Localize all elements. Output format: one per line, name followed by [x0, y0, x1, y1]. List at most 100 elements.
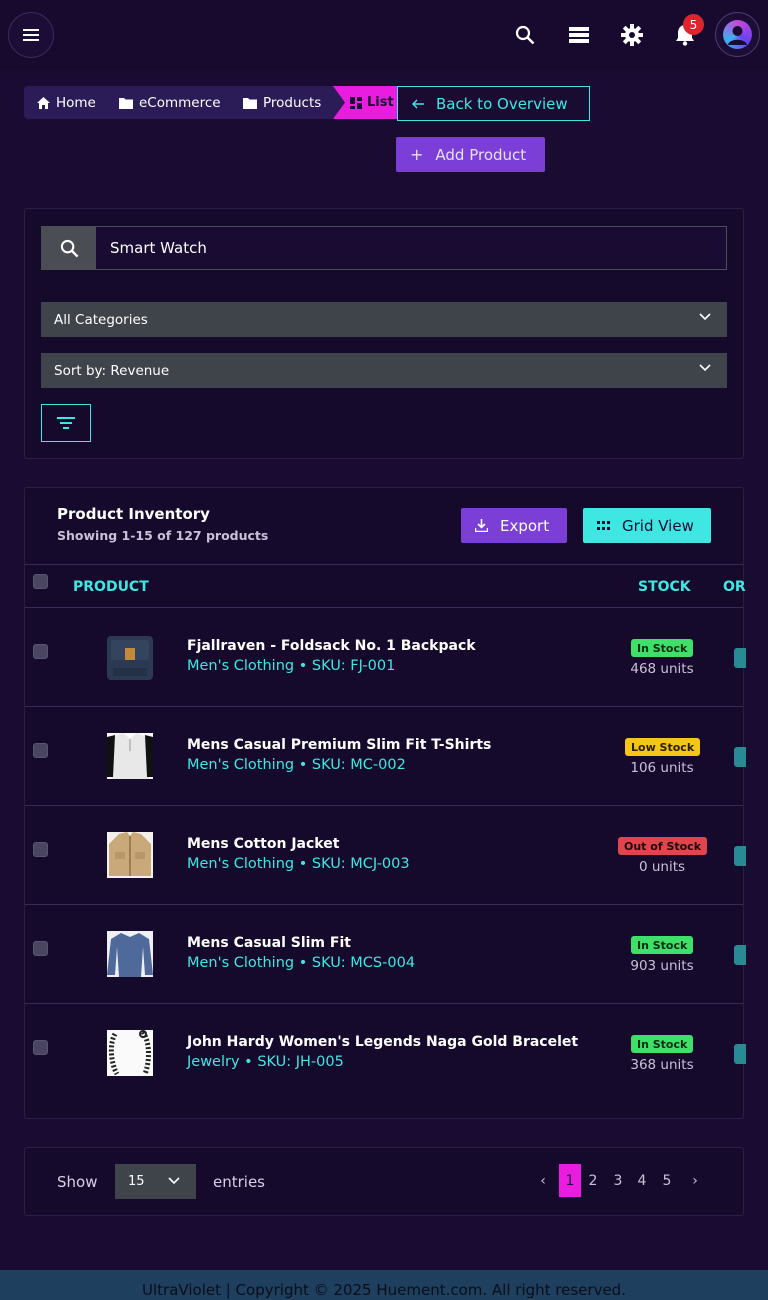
layers-icon [569, 27, 589, 43]
folder-icon [119, 97, 133, 109]
menu-icon [23, 29, 39, 41]
search-input[interactable] [96, 227, 726, 269]
product-image [105, 1028, 155, 1078]
product-meta: Men's Clothing • SKU: MCS-004 [187, 955, 416, 971]
breadcrumb-home[interactable]: Home [37, 86, 96, 119]
row-checkbox[interactable] [33, 644, 48, 659]
breadcrumb-home-label: Home [56, 94, 96, 111]
chevron-down-icon [699, 364, 711, 372]
settings-button[interactable] [619, 22, 645, 48]
orders-chip [734, 1044, 746, 1064]
pagination-page-5[interactable]: 5 [656, 1164, 678, 1197]
grid-view-button[interactable]: Grid View [583, 508, 711, 543]
stock-units: 368 units [630, 1057, 694, 1073]
sort-select-value: Sort by: Revenue [54, 362, 170, 379]
table-row[interactable]: Mens Cotton Jacket Men's Clothing • SKU:… [25, 806, 746, 905]
stock-units: 903 units [630, 958, 694, 974]
product-image [105, 830, 155, 880]
folder-icon [243, 97, 257, 109]
entries-label: entries [213, 1173, 265, 1191]
pagination-page-4[interactable]: 4 [631, 1164, 653, 1197]
search-box [41, 226, 727, 270]
sort-select[interactable]: Sort by: Revenue [41, 353, 727, 388]
chevron-down-icon [168, 1177, 180, 1185]
topbar: 5 [0, 0, 768, 70]
pagination-next[interactable]: › [684, 1164, 706, 1197]
product-image [105, 929, 155, 979]
product-name[interactable]: John Hardy Women's Legends Naga Gold Bra… [187, 1034, 578, 1050]
chevron-down-icon [699, 313, 711, 321]
product-image [105, 632, 155, 682]
stock-units: 0 units [638, 859, 686, 875]
column-header-product[interactable]: PRODUCT [73, 579, 149, 595]
notification-badge: 5 [683, 14, 704, 35]
row-checkbox[interactable] [33, 941, 48, 956]
search-icon [515, 25, 535, 45]
table-header: PRODUCT STOCK OR [25, 564, 746, 608]
arrow-left-icon [412, 98, 424, 109]
breadcrumb-products[interactable]: Products [243, 86, 321, 119]
layers-button[interactable] [566, 22, 592, 48]
product-image [105, 731, 155, 781]
product-name[interactable]: Mens Casual Premium Slim Fit T-Shirts [187, 737, 491, 753]
breadcrumb-list-label: List [367, 95, 394, 110]
category-select-value: All Categories [54, 311, 148, 328]
inventory-subtitle: Showing 1-15 of 127 products [57, 528, 269, 543]
orders-chip [734, 747, 746, 767]
breadcrumb-products-label: Products [263, 94, 322, 111]
search-icon [60, 239, 78, 257]
search-button[interactable] [512, 22, 538, 48]
footer: UltraViolet | Copyright © 2025 Huement.c… [0, 1270, 768, 1300]
select-all-checkbox[interactable] [33, 574, 48, 589]
filter-icon [57, 417, 75, 429]
row-checkbox[interactable] [33, 842, 48, 857]
product-meta: Men's Clothing • SKU: MCJ-003 [187, 856, 410, 872]
dashboard-icon [350, 96, 362, 109]
stock-units: 106 units [630, 760, 694, 776]
product-name[interactable]: Mens Casual Slim Fit [187, 935, 351, 951]
add-product-button[interactable]: + Add Product [396, 137, 545, 172]
inventory-title: Product Inventory [57, 505, 210, 523]
search-submit-button[interactable] [42, 227, 96, 269]
orders-chip [734, 648, 746, 668]
table-row[interactable]: John Hardy Women's Legends Naga Gold Bra… [25, 1004, 746, 1103]
user-icon [723, 20, 752, 49]
product-name[interactable]: Fjallraven - Foldsack No. 1 Backpack [187, 638, 476, 654]
pagination-prev[interactable]: ‹ [532, 1164, 554, 1197]
grid-view-label: Grid View [622, 516, 694, 535]
pagination-page-1[interactable]: 1 [559, 1164, 581, 1197]
show-label: Show [57, 1173, 98, 1191]
row-checkbox[interactable] [33, 1040, 48, 1055]
stock-status-badge: In Stock [631, 1035, 694, 1053]
breadcrumb-ecommerce-label: eCommerce [139, 94, 221, 111]
pagination-page-2[interactable]: 2 [582, 1164, 604, 1197]
column-header-stock[interactable]: STOCK [638, 579, 691, 595]
stock-status-badge: In Stock [631, 639, 694, 657]
pagination-page-3[interactable]: 3 [607, 1164, 629, 1197]
table-row[interactable]: Mens Casual Premium Slim Fit T-Shirts Me… [25, 707, 746, 806]
back-to-overview-button[interactable]: Back to Overview [397, 86, 590, 121]
home-icon [37, 96, 50, 109]
filter-button[interactable] [41, 404, 91, 442]
avatar[interactable] [715, 12, 760, 57]
plus-icon: + [410, 145, 424, 164]
export-label: Export [500, 516, 550, 535]
table-row[interactable]: Fjallraven - Foldsack No. 1 Backpack Men… [25, 608, 746, 707]
product-name[interactable]: Mens Cotton Jacket [187, 836, 339, 852]
category-select[interactable]: All Categories [41, 302, 727, 337]
gear-icon [621, 24, 643, 46]
menu-button[interactable] [8, 12, 54, 58]
entries-per-page-value: 15 [128, 1174, 145, 1189]
table-row[interactable]: Mens Casual Slim Fit Men's Clothing • SK… [25, 905, 746, 1004]
breadcrumb-ecommerce[interactable]: eCommerce [119, 86, 221, 119]
column-header-orders[interactable]: OR [723, 579, 746, 595]
grid-icon [597, 521, 610, 530]
back-to-overview-label: Back to Overview [436, 94, 568, 113]
row-checkbox[interactable] [33, 743, 48, 758]
product-meta: Men's Clothing • SKU: MC-002 [187, 757, 406, 773]
stock-status-badge: Out of Stock [618, 837, 708, 855]
stock-status-badge: Low Stock [625, 738, 701, 756]
entries-per-page-select[interactable]: 15 [115, 1164, 196, 1199]
stock-units: 468 units [630, 661, 694, 677]
export-button[interactable]: Export [461, 508, 567, 543]
